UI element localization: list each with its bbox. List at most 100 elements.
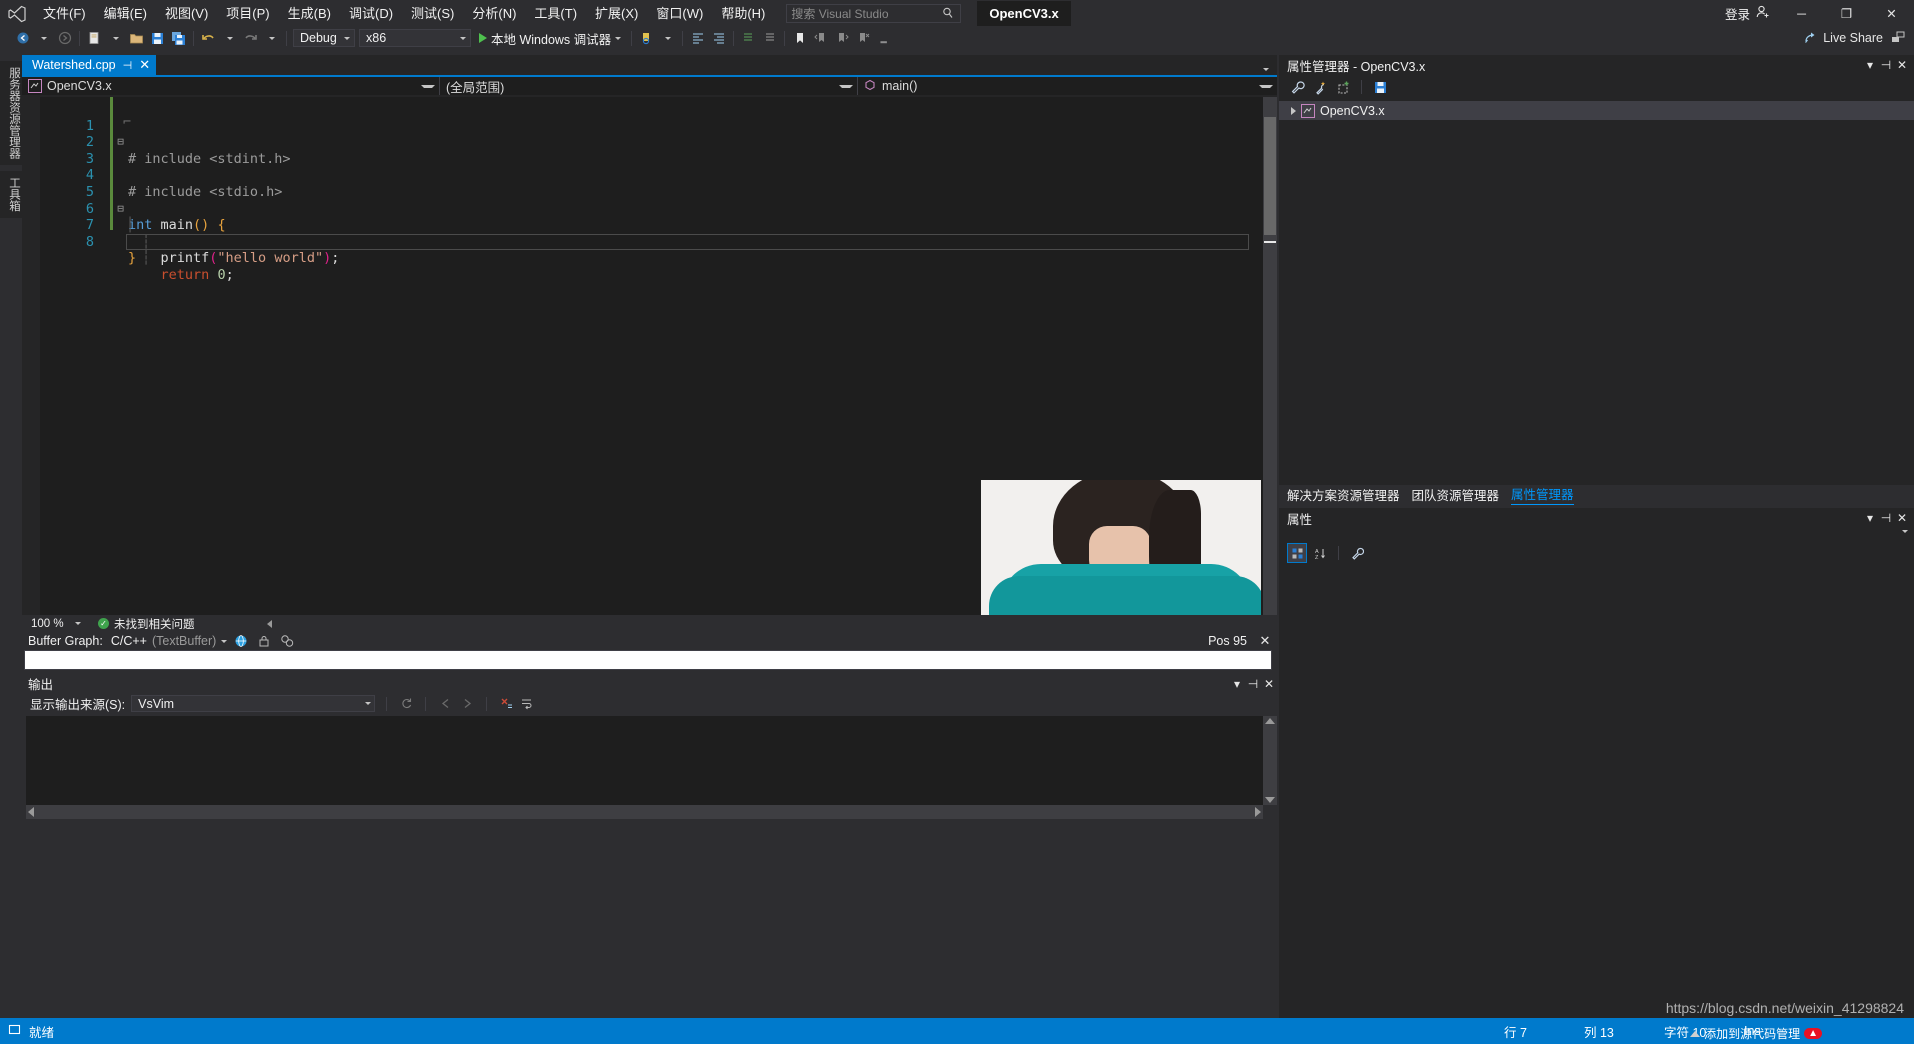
tab-property-manager[interactable]: 属性管理器 (1511, 484, 1574, 505)
pin-icon[interactable]: ⊣ (123, 59, 133, 72)
menu-test[interactable]: 测试(S) (402, 2, 463, 26)
buffer-graph-input[interactable] (24, 650, 1272, 670)
new-file-icon[interactable] (84, 28, 105, 49)
save-icon[interactable] (147, 28, 168, 49)
property-manager-dropdown-icon[interactable]: ▾ (1862, 56, 1878, 74)
output-vertical-scrollbar[interactable] (1263, 716, 1277, 805)
undo-dropdown-icon[interactable] (219, 28, 240, 49)
toolbar-overflow-icon[interactable]: ‗ (873, 28, 894, 49)
buffer-graph-dropdown[interactable]: C/C++ (TextBuffer) (111, 634, 228, 648)
lock-icon[interactable] (254, 633, 273, 649)
navigate-forward-icon[interactable] (54, 28, 75, 49)
expander-icon[interactable] (1291, 106, 1296, 115)
graph-icon[interactable] (277, 633, 296, 649)
properties-icon[interactable] (1347, 543, 1367, 563)
close-button[interactable]: ✕ (1869, 0, 1914, 27)
nav-scope-dropdown[interactable]: (全局范围) (440, 77, 858, 95)
bookmark-icon[interactable] (789, 28, 810, 49)
find-dropdown-icon[interactable] (657, 28, 678, 49)
search-input[interactable]: 搜索 Visual Studio (786, 4, 962, 23)
rerun-icon[interactable] (398, 695, 414, 713)
menu-edit[interactable]: 编辑(E) (95, 2, 156, 26)
alphabetical-icon[interactable]: AZ (1310, 543, 1330, 563)
outdent-icon[interactable] (708, 28, 729, 49)
output-dropdown-icon[interactable]: ▾ (1229, 675, 1245, 693)
platform-dropdown[interactable]: x86 (359, 29, 471, 47)
properties-object-chevron-down-icon[interactable] (1902, 530, 1908, 533)
tab-watershed-cpp[interactable]: Watershed.cpp ⊣ ✕ (22, 55, 157, 75)
start-debug-button[interactable]: 本地 Windows 调试器 (473, 28, 627, 49)
undo-icon[interactable] (198, 28, 219, 49)
comment-icon[interactable] (738, 28, 759, 49)
property-manager-close-icon[interactable]: ✕ (1894, 56, 1910, 74)
clear-bookmark-icon[interactable] (852, 28, 873, 49)
zoom-level-dropdown[interactable]: 100 % (28, 616, 84, 631)
rail-item-server-explorer[interactable]: 服务器资源管理器 (0, 61, 22, 165)
tab-team-explorer[interactable]: 团队资源管理器 (1412, 485, 1500, 504)
output-text-area[interactable] (26, 716, 1266, 805)
wrench-sparkle-icon[interactable] (1310, 77, 1330, 97)
indent-icon[interactable] (687, 28, 708, 49)
scroll-left-icon[interactable] (267, 619, 272, 628)
navigate-back-icon[interactable] (12, 28, 33, 49)
open-folder-icon[interactable] (126, 28, 147, 49)
properties-close-icon[interactable]: ✕ (1894, 509, 1910, 527)
scroll-right-icon[interactable] (1255, 807, 1261, 817)
scrollbar-thumb[interactable] (1264, 117, 1276, 235)
feedback-icon[interactable] (1887, 28, 1908, 49)
scroll-down-icon[interactable] (1265, 797, 1275, 803)
menu-extensions[interactable]: 扩展(X) (586, 2, 647, 26)
menu-tools[interactable]: 工具(T) (525, 2, 586, 26)
maximize-button[interactable]: ❐ (1824, 0, 1869, 27)
sign-in-button[interactable]: 登录 (1717, 4, 1779, 23)
menu-window[interactable]: 窗口(W) (647, 2, 712, 26)
uncomment-icon[interactable] (759, 28, 780, 49)
configuration-dropdown[interactable]: Debug (293, 29, 355, 47)
rail-item-toolbox[interactable]: 工具箱 (0, 171, 22, 218)
forward-icon[interactable] (459, 695, 475, 713)
nav-member-dropdown[interactable]: main() (858, 77, 1277, 95)
menu-build[interactable]: 生成(B) (279, 2, 340, 26)
wordwrap-icon[interactable] (520, 695, 536, 713)
nav-project-dropdown[interactable]: OpenCV3.x (22, 77, 440, 95)
new-file-dropdown-icon[interactable] (105, 28, 126, 49)
redo-dropdown-icon[interactable] (261, 28, 282, 49)
properties-dropdown-icon[interactable]: ▾ (1862, 509, 1878, 527)
navigate-back-dropdown-icon[interactable] (33, 28, 54, 49)
next-bookmark-icon[interactable] (831, 28, 852, 49)
tab-overflow-chevron-down-icon[interactable] (1263, 68, 1269, 71)
save-all-icon[interactable] (168, 28, 189, 49)
buffer-graph-close-icon[interactable]: ✕ (1257, 633, 1273, 649)
menu-view[interactable]: 视图(V) (156, 2, 217, 26)
editor-vertical-scrollbar[interactable] (1263, 97, 1277, 615)
properties-pin-icon[interactable]: ⊣ (1878, 509, 1894, 527)
source-control-toast[interactable]: 添加到源代码管理 ▲ (1690, 1025, 1822, 1042)
output-close-icon[interactable]: ✕ (1261, 675, 1277, 693)
wrench-icon[interactable] (1287, 77, 1307, 97)
add-sheet-icon[interactable] (1333, 77, 1353, 97)
minimize-button[interactable]: ─ (1779, 0, 1824, 27)
clear-icon[interactable] (498, 695, 514, 713)
output-source-dropdown[interactable]: VsVim (131, 695, 376, 712)
output-pin-icon[interactable]: ⊣ (1245, 675, 1261, 693)
menu-help[interactable]: 帮助(H) (712, 2, 774, 26)
menu-file[interactable]: 文件(F) (34, 2, 95, 26)
redo-icon[interactable] (240, 28, 261, 49)
scroll-left-icon[interactable] (28, 807, 34, 817)
tree-item-opencv3x[interactable]: OpenCV3.x (1279, 101, 1914, 120)
menu-analyze[interactable]: 分析(N) (463, 2, 525, 26)
live-share-button[interactable]: Live Share (1804, 30, 1883, 47)
back-icon[interactable] (437, 695, 453, 713)
prev-bookmark-icon[interactable] (810, 28, 831, 49)
find-icon[interactable] (636, 28, 657, 49)
save-icon[interactable] (1370, 77, 1390, 97)
scroll-up-icon[interactable] (1265, 718, 1275, 724)
tab-solution-explorer[interactable]: 解决方案资源管理器 (1287, 485, 1400, 504)
output-horizontal-scrollbar[interactable] (26, 805, 1263, 819)
property-manager-pin-icon[interactable]: ⊣ (1878, 56, 1894, 74)
close-icon[interactable]: ✕ (139, 57, 150, 73)
menu-debug[interactable]: 调试(D) (340, 2, 402, 26)
code-editor-surface[interactable]: 1 ⊟ # include <stdint.h> 2 ⌐ # include <… (22, 97, 1277, 615)
menu-project[interactable]: 项目(P) (217, 2, 278, 26)
globe-icon[interactable] (231, 633, 250, 649)
